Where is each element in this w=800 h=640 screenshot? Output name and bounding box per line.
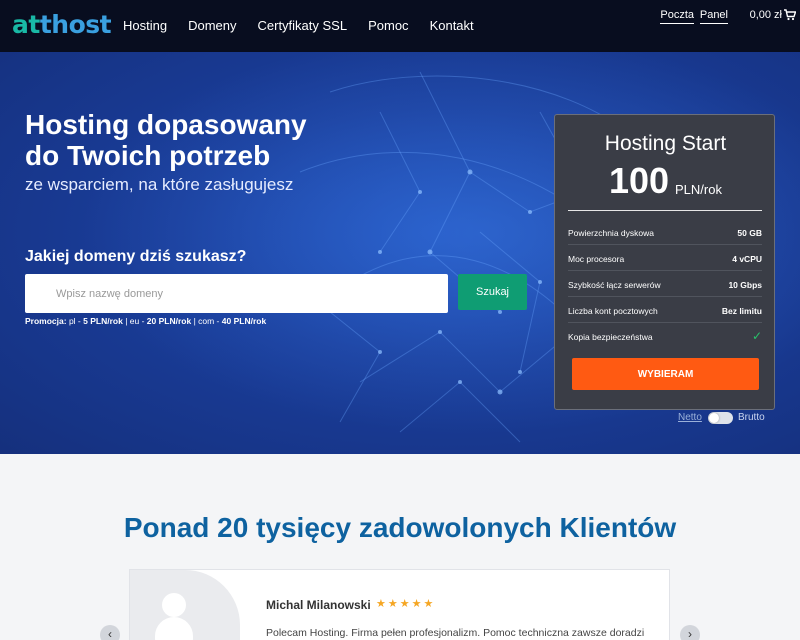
cart-total[interactable]: 0,00 zł (750, 9, 782, 23)
hero-section: Hosting dopasowany do Twoich potrzeb ze … (0, 52, 800, 454)
plan-feature-row: Szybkość łącz serwerów 10 Gbps (568, 271, 762, 297)
chevron-right-icon[interactable]: › (680, 625, 700, 640)
search-button[interactable]: Szukaj (458, 274, 527, 310)
switch-knob (709, 413, 719, 423)
plan-period: PLN/rok (675, 182, 722, 197)
menu-item-ssl[interactable]: Certyfikaty SSL (258, 18, 348, 33)
hero-subtitle: ze wsparciem, na które zasługujesz (25, 175, 294, 194)
domain-search-input[interactable] (25, 274, 448, 313)
reviewer-name: Michal Milanowski (266, 598, 371, 612)
user-icon (162, 593, 186, 617)
menu-item-kontakt[interactable]: Kontakt (430, 18, 474, 33)
plan-card: Hosting Start 100 PLN/rok Powierzchnia d… (554, 114, 775, 410)
testimonial-text: Polecam Hosting. Firma pełen profesjonal… (266, 627, 645, 639)
price-type-switch[interactable] (708, 412, 733, 424)
testimonial-card: Michal Milanowski ★★★★★ Polecam Hosting.… (129, 569, 670, 640)
menu-item-pomoc[interactable]: Pomoc (368, 18, 408, 33)
chevron-left-icon[interactable]: ‹ (100, 625, 120, 640)
plan-name: Hosting Start (604, 132, 727, 155)
plan-feature-row: Kopia bezpieczeństwa ✓ (568, 329, 762, 343)
panel-link[interactable]: Panel (699, 9, 728, 24)
rating-stars-icon: ★★★★★ (376, 598, 436, 610)
checkmark-icon: ✓ (751, 329, 762, 343)
poczta-link[interactable]: Poczta (660, 9, 694, 24)
plan-feature-row: Moc procesora 4 vCPU (568, 245, 762, 271)
atthost-logo[interactable]: atthost (12, 10, 112, 39)
hero-heading: Hosting dopasowany do Twoich potrzeb (25, 109, 307, 171)
menu-item-hosting[interactable]: Hosting (123, 18, 167, 33)
plan-feature-row: Liczba kont pocztowych Bez limitu (568, 297, 762, 323)
choose-plan-button[interactable]: WYBIERAM (572, 358, 759, 390)
menu-item-domeny[interactable]: Domeny (188, 18, 236, 33)
domain-search-question: Jakiej domeny dziś szukasz? (25, 248, 247, 265)
brutto-label[interactable]: Brutto (738, 412, 765, 423)
top-navbar: atthost Hosting Domeny Certyfikaty SSL P… (0, 0, 800, 52)
netto-label[interactable]: Netto (678, 412, 702, 423)
plan-feature-row: Powierzchnia dyskowa 50 GB (568, 219, 762, 245)
main-menu: Hosting Domeny Certyfikaty SSL Pomoc Kon… (123, 18, 495, 33)
clients-heading: Ponad 20 tysięcy zadowolonych Klientów (123, 512, 677, 543)
avatar (130, 570, 240, 640)
domain-promo-text: Promocja: pl - 5 PLN/rok | eu - 20 PLN/r… (25, 316, 267, 326)
plan-divider (568, 210, 762, 211)
plan-price: 100 (609, 160, 670, 201)
cart-icon[interactable] (784, 9, 796, 21)
